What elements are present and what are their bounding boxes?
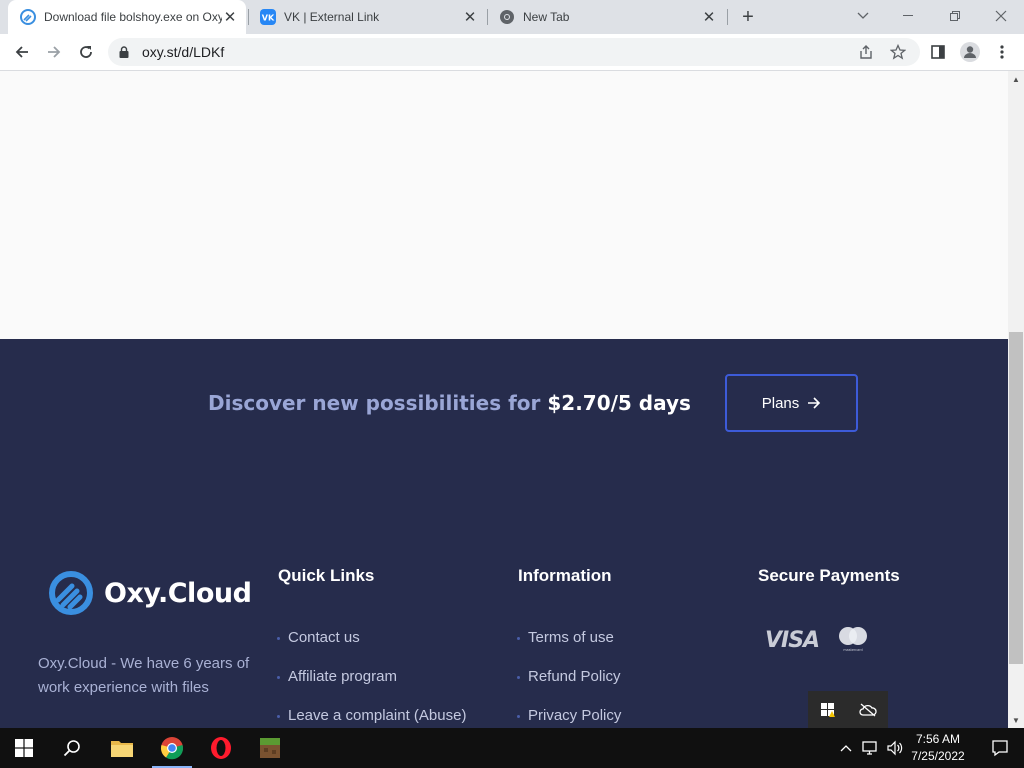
clock-time: 7:56 AM [915,732,961,746]
address-bar[interactable]: oxy.st/d/LDKf [108,38,920,66]
site-footer: Discover new possibilities for $2.70/5 d… [0,339,1008,728]
side-panel-icon[interactable] [924,38,952,66]
opera-icon [211,737,231,759]
link-refund-policy[interactable]: Refund Policy [517,668,621,685]
onedrive-offline-icon[interactable] [858,703,877,717]
link-label[interactable]: Leave a complaint (Abuse) [288,707,466,724]
link-privacy-policy[interactable]: Privacy Policy [517,707,621,724]
minecraft-icon [260,738,280,758]
link-label[interactable]: Affiliate program [288,668,397,685]
search-icon [63,740,80,757]
tab-label: New Tab [523,10,570,24]
menu-kebab-icon[interactable] [988,38,1016,66]
secure-payments-heading: Secure Payments [758,566,900,585]
oxy-logo-icon [49,571,93,615]
promo-banner: Discover new possibilities for $2.70/5 d… [208,391,691,415]
blank-content-area [0,71,1008,339]
tab-oxy-download[interactable]: Download file bolshoy.exe on Oxy.Cloud ✕ [8,0,246,34]
browser-tab-strip: Download file bolshoy.exe on Oxy.Cloud ✕… [0,0,1024,34]
tray-chevron-up-icon[interactable] [836,728,856,768]
mastercard-logo: mastercard [836,626,870,652]
oxy-cloud-logo[interactable]: Oxy.Cloud [48,570,252,616]
link-label[interactable]: Privacy Policy [528,707,621,724]
information-heading: Information [518,566,612,585]
chrome-icon [160,737,184,760]
promo-price: $2.70/5 days [547,391,691,415]
tab-new-tab[interactable]: New Tab ✕ [487,0,725,34]
mastercard-icon: mastercard [839,627,867,652]
scroll-down-arrow-icon[interactable]: ▼ [1008,712,1024,728]
tab-label: Download file bolshoy.exe on Oxy.Cloud [44,10,222,24]
window-close-icon[interactable] [978,0,1024,32]
promo-text: Discover new possibilities for [208,391,548,415]
restore-icon[interactable] [932,0,978,32]
notifications-icon[interactable] [976,728,1024,768]
taskbar-file-explorer[interactable] [98,728,146,768]
about-text: Oxy.Cloud - We have 6 years of work expe… [38,655,250,696]
start-button[interactable] [0,728,48,768]
tab-vk[interactable]: VK VK | External Link ✕ [248,0,486,34]
browser-toolbar: oxy.st/d/LDKf [0,34,1024,71]
back-arrow-icon[interactable] [8,38,36,66]
chrome-favicon-icon [500,10,514,24]
network-icon[interactable] [860,728,882,768]
tab-search-chevron-icon[interactable] [840,0,886,32]
close-icon[interactable]: ✕ [462,9,478,26]
windows-logo-icon [15,739,33,757]
scrollbar-thumb[interactable] [1009,332,1023,664]
link-terms[interactable]: Terms of use [517,629,614,646]
scroll-up-arrow-icon[interactable]: ▲ [1008,71,1024,87]
tray-overflow-popup [808,691,888,728]
link-affiliate-program[interactable]: Affiliate program [277,668,397,685]
close-icon[interactable]: ✕ [222,9,238,26]
reload-icon[interactable] [72,38,100,66]
lock-icon[interactable] [119,46,129,58]
close-icon[interactable]: ✕ [701,9,717,26]
tab-label: VK | External Link [284,10,380,24]
minimize-icon[interactable] [886,0,932,32]
new-tab-plus-icon[interactable]: + [737,6,759,28]
url-text[interactable]: oxy.st/d/LDKf [142,44,224,60]
forward-arrow-icon[interactable] [40,38,68,66]
mastercard-wordmark: mastercard [843,648,862,652]
link-label[interactable]: Refund Policy [528,668,621,685]
arrow-right-icon [808,397,821,409]
windows-taskbar: 7:56 AM 7/25/2022 [0,728,1024,768]
page-scrollbar[interactable]: ▲ ▼ [1008,71,1024,728]
svg-text:VK: VK [262,14,275,23]
folder-icon [111,741,133,757]
share-icon[interactable] [858,44,874,60]
quick-links-heading: Quick Links [278,566,375,585]
clock-date: 7/25/2022 [911,749,965,763]
vk-favicon-icon: VK [260,9,276,25]
security-shield-icon[interactable] [820,702,836,718]
search-button[interactable] [48,728,96,768]
page-viewport: Discover new possibilities for $2.70/5 d… [0,71,1008,728]
taskbar-chrome[interactable] [148,728,196,768]
system-clock[interactable]: 7:56 AM 7/25/2022 [903,731,973,765]
taskbar-opera[interactable] [197,728,245,768]
bookmark-star-icon[interactable] [890,44,906,60]
plans-button[interactable]: Plans [725,374,858,432]
visa-logo: VISA [765,628,820,653]
link-label[interactable]: Contact us [288,629,360,646]
plans-button-label: Plans [761,394,800,412]
link-abuse[interactable]: Leave a complaint (Abuse) [277,707,466,724]
link-label[interactable]: Terms of use [528,629,614,646]
taskbar-minecraft[interactable] [246,728,294,768]
profile-avatar-icon[interactable] [956,38,984,66]
link-contact-us[interactable]: Contact us [277,629,360,646]
oxy-favicon-icon [20,9,36,25]
logo-text: Oxy.Cloud [104,577,252,609]
